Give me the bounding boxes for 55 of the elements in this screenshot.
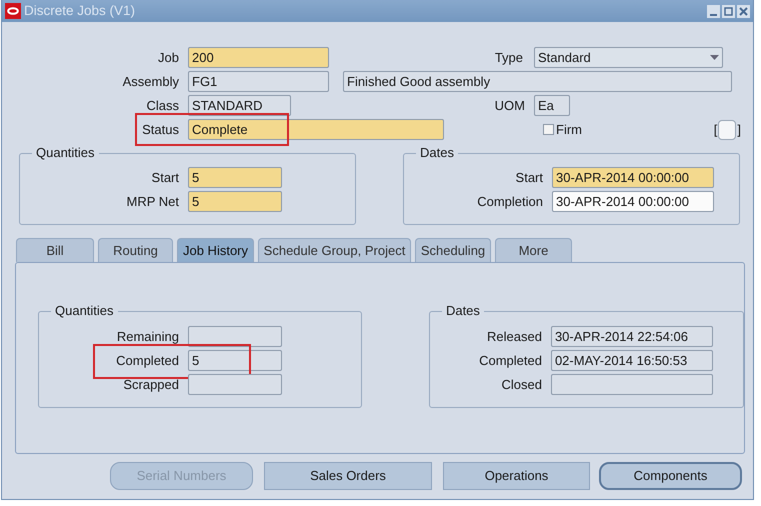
dropdown-field[interactable]: Standard: [534, 47, 723, 68]
tab[interactable]: More: [495, 238, 572, 262]
field-label: Class: [145, 96, 180, 115]
input-field[interactable]: 200: [188, 47, 329, 68]
close-icon[interactable]: [737, 4, 750, 18]
input-field[interactable]: Complete: [188, 119, 444, 140]
minimize-icon[interactable]: [707, 4, 720, 18]
input-field[interactable]: 30-APR-2014 00:00:00: [552, 167, 714, 188]
group-title: Quantities: [51, 303, 118, 319]
field-label: Scrapped: [122, 376, 180, 394]
input-field[interactable]: 5: [188, 191, 282, 212]
flexfield-button[interactable]: [718, 120, 736, 140]
logo-icon: [5, 3, 21, 19]
tab[interactable]: Scheduling: [415, 238, 491, 262]
field-label: Remaining: [116, 328, 180, 346]
field-label: Type: [494, 48, 524, 67]
checkbox-label: Firm: [556, 120, 582, 139]
field-label: Released: [486, 328, 543, 346]
input-field[interactable]: [188, 374, 282, 395]
tab[interactable]: Schedule Group, Project: [258, 238, 411, 262]
input-field[interactable]: STANDARD: [188, 95, 291, 116]
input-field[interactable]: 5: [188, 167, 282, 188]
input-field[interactable]: 5: [188, 350, 282, 371]
input-field[interactable]: 02-MAY-2014 16:50:53: [550, 350, 713, 371]
field-label: Assembly: [122, 72, 180, 91]
group-title: Quantities: [32, 145, 99, 161]
input-field[interactable]: Finished Good assembly: [343, 71, 732, 92]
checkbox[interactable]: [543, 124, 554, 135]
button[interactable]: Operations: [443, 462, 590, 490]
field-label: UOM: [494, 96, 526, 115]
tab[interactable]: Job History: [177, 238, 254, 262]
input-field[interactable]: [188, 326, 282, 347]
field-label: MRP Net: [126, 192, 180, 211]
field-label: Status: [141, 120, 180, 139]
field-label: Start: [150, 168, 180, 187]
tab[interactable]: Routing: [98, 238, 173, 262]
bracket-text: [: [714, 120, 718, 139]
input-field[interactable]: 30-APR-2014 00:00:00: [552, 191, 714, 212]
button[interactable]: Components: [599, 462, 742, 490]
maximize-icon[interactable]: [722, 4, 735, 18]
field-label: Completed: [478, 352, 543, 370]
caret-icon: [710, 54, 719, 60]
window-title: Discrete Jobs (V1): [24, 2, 136, 20]
input-field[interactable]: FG1: [188, 71, 329, 92]
bracket-text: ]: [737, 120, 741, 139]
input-field[interactable]: [550, 374, 713, 395]
input-field[interactable]: 30-APR-2014 22:54:06: [550, 326, 713, 347]
field-label: Completed: [115, 352, 180, 370]
field-label: Closed: [500, 376, 543, 394]
button[interactable]: Sales Orders: [264, 462, 432, 490]
field-label: Completion: [476, 192, 544, 211]
field-label: Job: [157, 48, 180, 67]
input-field[interactable]: Ea: [534, 95, 570, 116]
field-label: Start: [514, 168, 544, 187]
tab[interactable]: Bill: [16, 238, 94, 262]
